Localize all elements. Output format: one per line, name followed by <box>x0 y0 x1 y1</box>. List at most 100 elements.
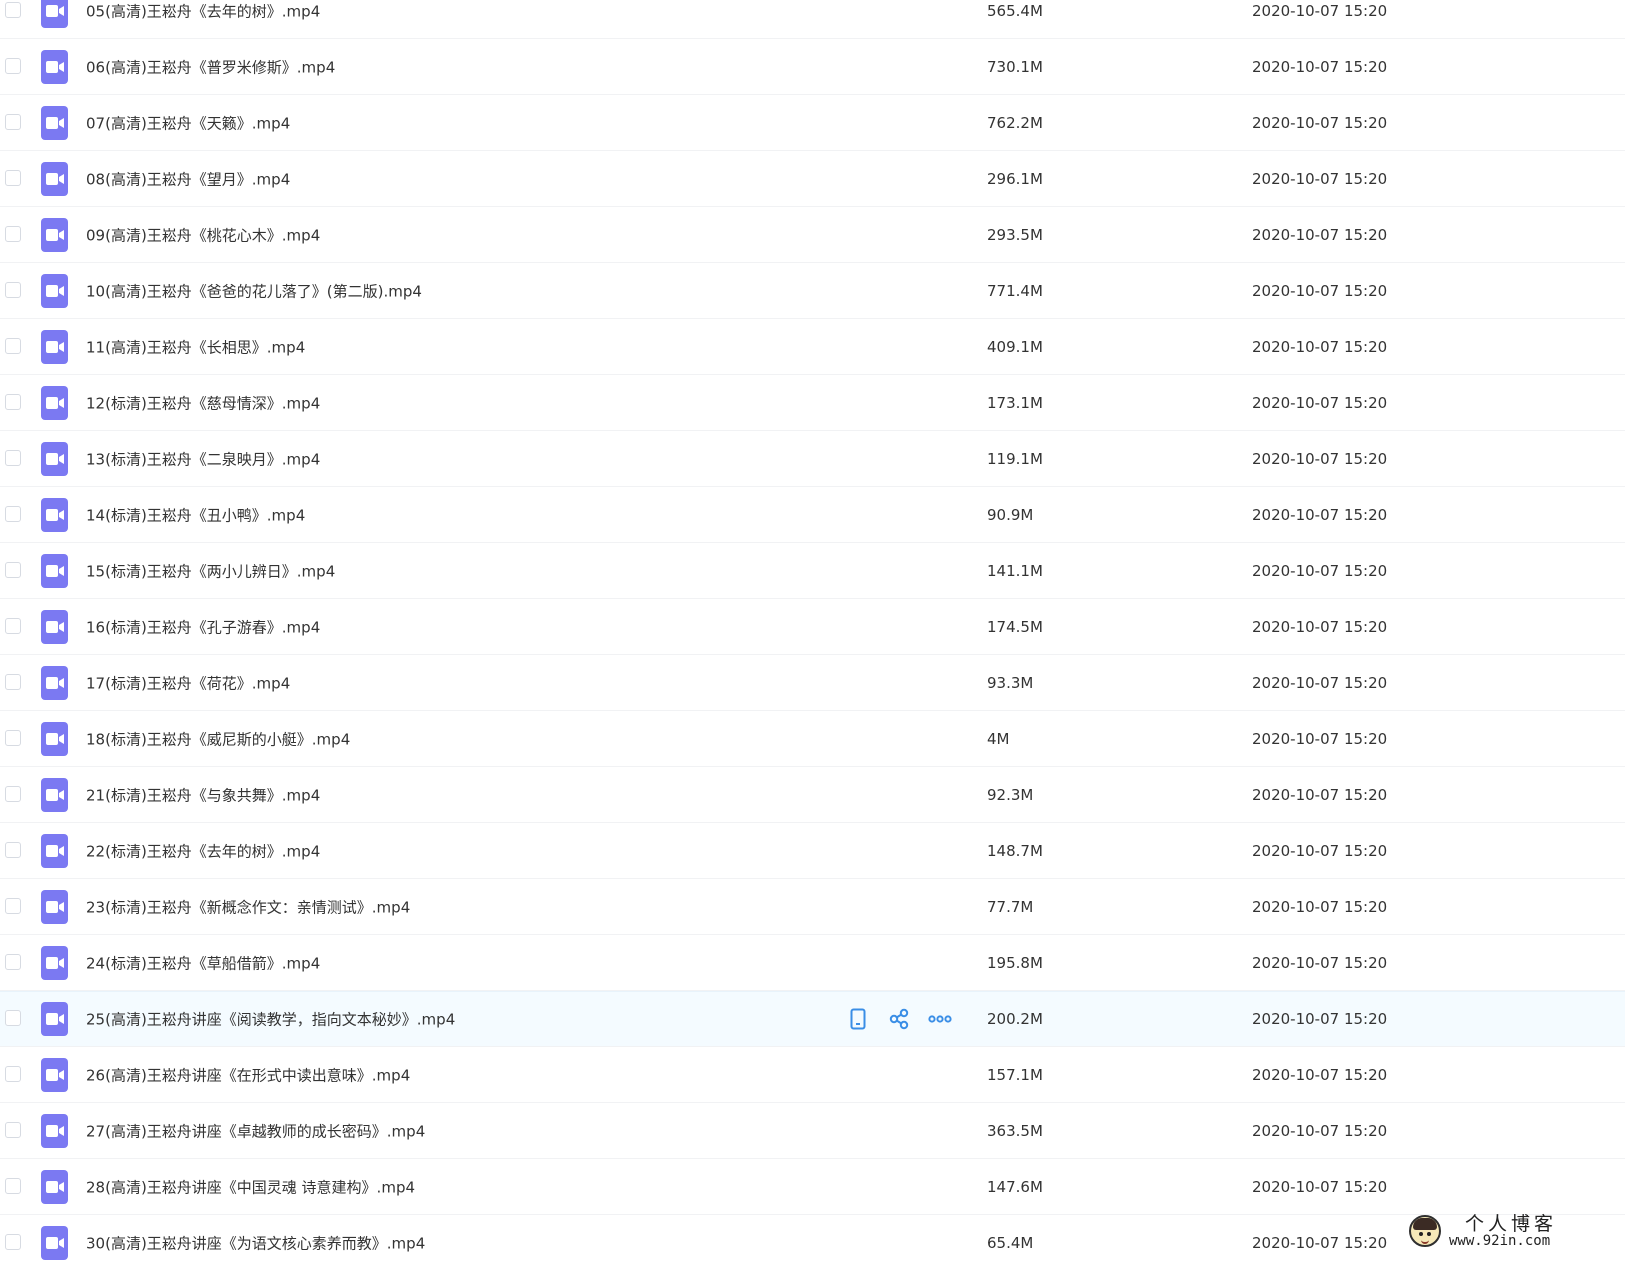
phone-icon[interactable] <box>846 1007 870 1031</box>
file-row[interactable]: 22(标清)王崧舟《去年的树》.mp4 148.7M 2020-10-07 15:2… <box>0 823 1625 879</box>
file-name[interactable]: 23(标清)王崧舟《新概念作文：亲情测试》.mp4 <box>86 896 410 917</box>
file-name[interactable]: 14(标清)王崧舟《丑小鸭》.mp4 <box>86 504 305 525</box>
file-row[interactable]: 07(高清)王崧舟《天籁》.mp4 762.2M 2020-10-07 15:20 <box>0 95 1625 151</box>
file-checkbox[interactable] <box>5 449 21 466</box>
file-size: 77.7M <box>987 897 1034 916</box>
file-name[interactable]: 24(标清)王崧舟《草船借箭》.mp4 <box>86 952 320 973</box>
file-row[interactable]: 21(标清)王崧舟《与象共舞》.mp4 92.3M 2020-10-07 15:20 <box>0 767 1625 823</box>
file-modified-time: 2020-10-07 15:20 <box>1252 729 1388 748</box>
file-row[interactable]: 16(标清)王崧舟《孔子游春》.mp4 174.5M 2020-10-07 15:2… <box>0 599 1625 655</box>
file-size: 65.4M <box>987 1233 1034 1252</box>
file-checkbox[interactable] <box>5 673 21 690</box>
file-checkbox[interactable] <box>5 337 21 354</box>
file-row[interactable]: 27(高清)王崧舟讲座《卓越教师的成长密码》.mp4 363.5M 2020-10-… <box>0 1103 1625 1159</box>
file-row[interactable]: 15(标清)王崧舟《两小儿辨日》.mp4 141.1M 2020-10-07 15:… <box>0 543 1625 599</box>
file-modified-time: 2020-10-07 15:20 <box>1252 1121 1388 1140</box>
file-name[interactable]: 08(高清)王崧舟《望月》.mp4 <box>86 168 290 189</box>
file-modified-time: 2020-10-07 15:20 <box>1252 449 1388 468</box>
file-modified-time: 2020-10-07 15:20 <box>1252 1233 1388 1252</box>
file-size: 293.5M <box>987 225 1043 244</box>
file-checkbox[interactable] <box>5 897 21 914</box>
file-row[interactable]: 28(高清)王崧舟讲座《中国灵魂 诗意建构》.mp4 147.6M 2020-10-… <box>0 1159 1625 1215</box>
file-row[interactable]: 11(高清)王崧舟《长相思》.mp4 409.1M 2020-10-07 15:20 <box>0 319 1625 375</box>
file-checkbox[interactable] <box>5 841 21 858</box>
file-checkbox[interactable] <box>5 1233 21 1250</box>
file-size: 141.1M <box>987 561 1043 580</box>
file-checkbox[interactable] <box>5 225 21 242</box>
file-name[interactable]: 11(高清)王崧舟《长相思》.mp4 <box>86 336 305 357</box>
file-size: 147.6M <box>987 1177 1043 1196</box>
video-file-icon <box>41 1169 68 1204</box>
file-row[interactable]: 24(标清)王崧舟《草船借箭》.mp4 195.8M 2020-10-07 15:2… <box>0 935 1625 991</box>
file-name[interactable]: 07(高清)王崧舟《天籁》.mp4 <box>86 112 290 133</box>
file-checkbox[interactable] <box>5 617 21 634</box>
file-name[interactable]: 28(高清)王崧舟讲座《中国灵魂 诗意建构》.mp4 <box>86 1176 415 1197</box>
file-row[interactable]: 23(标清)王崧舟《新概念作文：亲情测试》.mp4 77.7M 2020-10-07… <box>0 879 1625 935</box>
file-row[interactable]: 17(标清)王崧舟《荷花》.mp4 93.3M 2020-10-07 15:20 <box>0 655 1625 711</box>
video-file-icon <box>41 217 68 252</box>
file-checkbox[interactable] <box>5 1 21 18</box>
file-row[interactable]: 14(标清)王崧舟《丑小鸭》.mp4 90.9M 2020-10-07 15:20 <box>0 487 1625 543</box>
file-row[interactable]: 10(高清)王崧舟《爸爸的花儿落了》(第二版).mp4 771.4M 2020-10… <box>0 263 1625 319</box>
file-checkbox[interactable] <box>5 393 21 410</box>
file-checkbox[interactable] <box>5 169 21 186</box>
file-size: 90.9M <box>987 505 1034 524</box>
file-size: 363.5M <box>987 1121 1043 1140</box>
file-name[interactable]: 26(高清)王崧舟讲座《在形式中读出意味》.mp4 <box>86 1064 410 1085</box>
file-row[interactable]: 05(高清)王崧舟《去年的树》.mp4 565.4M 2020-10-07 15:2… <box>0 0 1625 39</box>
file-size: 174.5M <box>987 617 1043 636</box>
share-icon[interactable] <box>887 1007 911 1031</box>
file-checkbox[interactable] <box>5 113 21 130</box>
file-row[interactable]: 12(标清)王崧舟《慈母情深》.mp4 173.1M 2020-10-07 15:2… <box>0 375 1625 431</box>
file-row[interactable]: 26(高清)王崧舟讲座《在形式中读出意味》.mp4 157.1M 2020-10-0… <box>0 1047 1625 1103</box>
file-checkbox[interactable] <box>5 729 21 746</box>
file-size: 4M <box>987 729 1010 748</box>
file-checkbox[interactable] <box>5 561 21 578</box>
file-name[interactable]: 10(高清)王崧舟《爸爸的花儿落了》(第二版).mp4 <box>86 280 422 301</box>
file-size: 92.3M <box>987 785 1034 804</box>
file-row[interactable]: 30(高清)王崧舟讲座《为语文核心素养而教》.mp4 65.4M 2020-10-0… <box>0 1215 1625 1261</box>
file-name[interactable]: 06(高清)王崧舟《普罗米修斯》.mp4 <box>86 56 335 77</box>
video-file-icon <box>41 945 68 980</box>
file-modified-time: 2020-10-07 15:20 <box>1252 897 1388 916</box>
file-name[interactable]: 16(标清)王崧舟《孔子游春》.mp4 <box>86 616 320 637</box>
file-checkbox[interactable] <box>5 57 21 74</box>
file-row[interactable]: 09(高清)王崧舟《桃花心木》.mp4 293.5M 2020-10-07 15:2… <box>0 207 1625 263</box>
file-checkbox[interactable] <box>5 1010 21 1026</box>
file-size: 195.8M <box>987 953 1043 972</box>
file-modified-time: 2020-10-07 15:20 <box>1252 225 1388 244</box>
file-name[interactable]: 15(标清)王崧舟《两小儿辨日》.mp4 <box>86 560 335 581</box>
file-name[interactable]: 30(高清)王崧舟讲座《为语文核心素养而教》.mp4 <box>86 1232 425 1253</box>
file-modified-time: 2020-10-07 15:20 <box>1252 673 1388 692</box>
file-name[interactable]: 05(高清)王崧舟《去年的树》.mp4 <box>86 0 320 21</box>
file-checkbox[interactable] <box>5 1065 21 1082</box>
file-name[interactable]: 21(标清)王崧舟《与象共舞》.mp4 <box>86 784 320 805</box>
file-name[interactable]: 13(标清)王崧舟《二泉映月》.mp4 <box>86 448 320 469</box>
file-checkbox[interactable] <box>5 785 21 802</box>
file-modified-time: 2020-10-07 15:20 <box>1252 953 1388 972</box>
file-checkbox[interactable] <box>5 1177 21 1194</box>
file-modified-time: 2020-10-07 15:20 <box>1252 337 1388 356</box>
file-name[interactable]: 27(高清)王崧舟讲座《卓越教师的成长密码》.mp4 <box>86 1120 425 1141</box>
file-checkbox[interactable] <box>5 953 21 970</box>
more-icon[interactable] <box>928 1007 952 1031</box>
file-row[interactable]: 08(高清)王崧舟《望月》.mp4 296.1M 2020-10-07 15:20 <box>0 151 1625 207</box>
video-file-icon <box>41 1002 68 1036</box>
watermark-title: 个人博客 <box>1465 1213 1558 1235</box>
file-name[interactable]: 12(标清)王崧舟《慈母情深》.mp4 <box>86 392 320 413</box>
video-file-icon <box>41 441 68 476</box>
file-row[interactable]: 06(高清)王崧舟《普罗米修斯》.mp4 730.1M 2020-10-07 15:… <box>0 39 1625 95</box>
file-name[interactable]: 17(标清)王崧舟《荷花》.mp4 <box>86 672 290 693</box>
file-row[interactable]: 18(标清)王崧舟《威尼斯的小艇》.mp4 4M 2020-10-07 15:20 <box>0 711 1625 767</box>
watermark-url: www.92in.com <box>1449 1233 1551 1249</box>
file-name[interactable]: 22(标清)王崧舟《去年的树》.mp4 <box>86 840 320 861</box>
file-checkbox[interactable] <box>5 1121 21 1138</box>
file-name[interactable]: 25(高清)王崧舟讲座《阅读教学，指向文本秘妙》.mp4 <box>86 1009 455 1030</box>
file-row[interactable]: 25(高清)王崧舟讲座《阅读教学，指向文本秘妙》.mp4 200.2M 2020-1… <box>0 991 1625 1047</box>
file-name[interactable]: 18(标清)王崧舟《威尼斯的小艇》.mp4 <box>86 728 350 749</box>
file-checkbox[interactable] <box>5 281 21 298</box>
file-name[interactable]: 09(高清)王崧舟《桃花心木》.mp4 <box>86 224 320 245</box>
file-modified-time: 2020-10-07 15:20 <box>1252 1010 1388 1028</box>
file-checkbox[interactable] <box>5 505 21 522</box>
file-row[interactable]: 13(标清)王崧舟《二泉映月》.mp4 119.1M 2020-10-07 15:2… <box>0 431 1625 487</box>
